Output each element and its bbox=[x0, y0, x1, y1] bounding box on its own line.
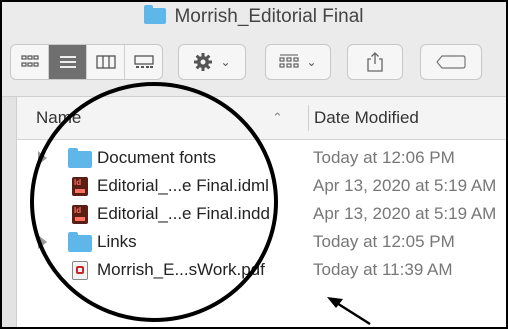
file-row[interactable]: Document fonts Today at 12:06 PM bbox=[17, 145, 506, 173]
annotation-arrow-line bbox=[331, 298, 371, 326]
share-button[interactable] bbox=[347, 44, 403, 80]
sidebar-edge bbox=[2, 97, 17, 327]
disclosure-triangle-icon[interactable] bbox=[38, 235, 47, 249]
columns-icon bbox=[95, 55, 116, 69]
file-date: Today at 11:39 AM bbox=[313, 260, 453, 279]
file-date: Today at 12:05 PM bbox=[313, 232, 455, 251]
indesign-indd-icon bbox=[68, 205, 88, 224]
grid-icon bbox=[20, 55, 39, 67]
indesign-idml-icon bbox=[68, 177, 88, 196]
file-name: Links bbox=[97, 232, 137, 251]
file-name: Editorial_...e Final.indd bbox=[97, 204, 270, 223]
column-header: Name ⌃ Date Modified bbox=[17, 97, 506, 140]
window-title-bar: Morrish_Editorial Final bbox=[2, 5, 506, 28]
column-view-button[interactable] bbox=[87, 45, 125, 79]
finder-window: Morrish_Editorial Final ⌄ ⌄ Name ⌃ Date … bbox=[0, 0, 508, 329]
disclosure-triangle-icon[interactable] bbox=[38, 151, 47, 165]
icon-view-button[interactable] bbox=[11, 45, 49, 79]
chevron-down-icon: ⌄ bbox=[306, 55, 317, 69]
share-icon bbox=[367, 52, 383, 72]
file-row[interactable]: Editorial_...e Final.idml Apr 13, 2020 a… bbox=[17, 173, 506, 201]
file-name: Document fonts bbox=[97, 148, 217, 167]
sort-ascending-icon: ⌃ bbox=[272, 110, 283, 125]
file-date: Today at 12:06 PM bbox=[313, 148, 455, 167]
list-icon bbox=[59, 56, 76, 68]
file-row[interactable]: Morrish_E...sWork.pdf Today at 11:39 AM bbox=[17, 257, 506, 285]
folder-icon bbox=[68, 232, 92, 252]
group-by-button[interactable]: ⌄ bbox=[265, 44, 331, 80]
date-modified-column-header[interactable]: Date Modified bbox=[314, 108, 419, 128]
annotation-arrowhead bbox=[327, 297, 343, 308]
folder-icon bbox=[68, 148, 92, 168]
window-title: Morrish_Editorial Final bbox=[174, 6, 364, 27]
tag-icon bbox=[436, 55, 466, 69]
list-view-button[interactable] bbox=[49, 45, 87, 79]
file-name: Editorial_...e Final.idml bbox=[97, 176, 269, 195]
gallery-icon bbox=[133, 55, 154, 68]
view-mode-segmented-control[interactable] bbox=[10, 44, 163, 80]
chevron-down-icon: ⌄ bbox=[220, 55, 231, 69]
file-date: Apr 13, 2020 at 5:19 AM bbox=[313, 204, 497, 223]
gallery-view-button[interactable] bbox=[125, 45, 162, 79]
tags-button[interactable] bbox=[420, 44, 482, 80]
file-date: Apr 13, 2020 at 5:19 AM bbox=[313, 176, 497, 195]
group-grid-icon bbox=[279, 54, 300, 68]
window-chrome: Morrish_Editorial Final ⌄ ⌄ bbox=[2, 2, 506, 97]
file-row[interactable]: Links Today at 12:05 PM bbox=[17, 229, 506, 257]
file-row[interactable]: Editorial_...e Final.indd Apr 13, 2020 a… bbox=[17, 201, 506, 229]
action-menu-button[interactable]: ⌄ bbox=[178, 44, 246, 80]
column-divider[interactable] bbox=[308, 105, 309, 131]
folder-icon bbox=[144, 5, 167, 24]
name-column-header[interactable]: Name bbox=[36, 108, 81, 128]
gear-icon bbox=[194, 53, 213, 71]
file-name: Morrish_E...sWork.pdf bbox=[97, 260, 265, 279]
pdf-file-icon bbox=[68, 261, 88, 280]
